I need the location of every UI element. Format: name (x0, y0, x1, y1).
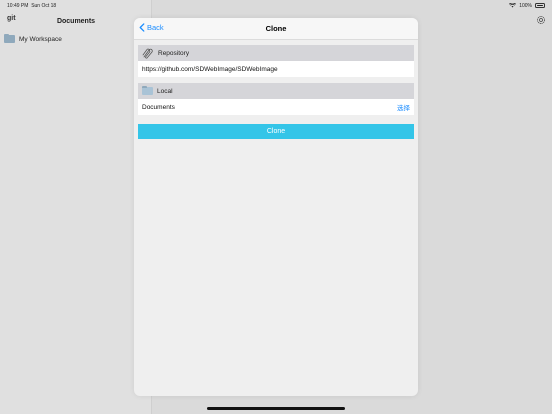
sidebar-item-label: My Workspace (19, 35, 62, 43)
battery-percent: 100% (519, 2, 532, 9)
sidebar-nav-bar: git Documents (0, 12, 152, 30)
sidebar: git Documents My Workspace (0, 0, 152, 414)
folder-icon (4, 33, 15, 43)
repository-url-cell[interactable] (138, 61, 414, 77)
chevron-left-icon (139, 23, 145, 32)
status-time-date: 10:49 PM Sun Oct 18 (7, 3, 56, 9)
back-label: Back (147, 23, 164, 32)
local-location-value: Documents (142, 103, 175, 111)
modal-nav-bar: Back Clone (134, 18, 418, 40)
back-button[interactable]: Back (139, 23, 164, 32)
repository-header-label: Repository (158, 49, 190, 57)
paperclip-icon (142, 48, 153, 59)
home-indicator (207, 407, 345, 410)
local-location-cell: Documents 选择 (138, 99, 414, 115)
sidebar-title: Documents (56, 17, 96, 25)
wifi-icon (509, 3, 517, 8)
modal-title: Clone (265, 24, 287, 33)
choose-location-button[interactable]: 选择 (397, 102, 410, 112)
gear-icon[interactable] (536, 15, 546, 25)
status-time: 10:49 PM (7, 2, 29, 9)
local-section-header: Local (138, 83, 414, 99)
status-date: Sun Oct 18 (31, 2, 57, 9)
clone-sheet: Back Clone Repository Local Documents 选择… (134, 18, 418, 396)
battery-icon (535, 3, 545, 8)
local-header-label: Local (157, 87, 173, 95)
status-bar: 10:49 PM Sun Oct 18 100% (0, 0, 552, 11)
status-right: 100% (509, 3, 545, 9)
sidebar-item-my-workspace[interactable]: My Workspace (4, 33, 62, 43)
clone-button[interactable]: Clone (138, 124, 414, 139)
folder-icon (142, 85, 153, 95)
repository-url-input[interactable] (142, 65, 410, 73)
repository-section-header: Repository (138, 45, 414, 61)
git-logo-icon: git (7, 15, 16, 22)
